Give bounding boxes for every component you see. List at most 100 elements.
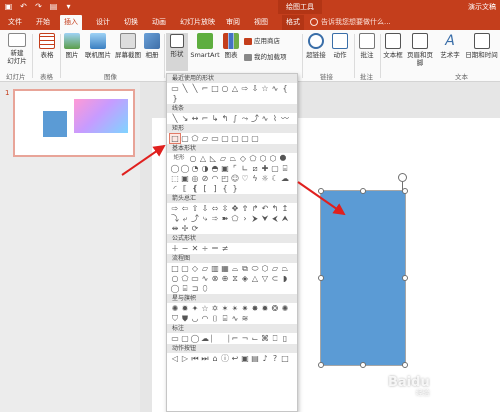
callout-line-icon[interactable]: ¬	[240, 334, 250, 343]
scribble-shape-icon[interactable]: 〰	[280, 114, 290, 123]
hyperlink-button[interactable]: 超链接	[305, 33, 327, 59]
circular-arrow-icon[interactable]: ⟳	[190, 224, 200, 233]
callout-left-right-arrow-icon[interactable]: ⇹	[170, 224, 180, 233]
cube-icon[interactable]: ⬚	[170, 174, 180, 183]
flowchart-connector-icon[interactable]: ○	[170, 274, 180, 283]
star8-icon[interactable]: ✴	[230, 304, 240, 313]
flowchart-offpage-icon[interactable]: ⬠	[180, 274, 190, 283]
callout-quad-arrow-icon[interactable]: ✢	[180, 224, 190, 233]
callout-left-arrow-icon[interactable]: ⮜	[270, 214, 280, 223]
snip-rectangle-icon[interactable]: ▱	[200, 134, 210, 143]
action-end-icon[interactable]: ⏭	[200, 354, 210, 363]
moon-icon[interactable]: ☾	[270, 174, 280, 183]
wave-icon[interactable]: ∿	[230, 314, 240, 323]
snip-rectangle-icon[interactable]: ▭	[210, 134, 220, 143]
line-shape-icon[interactable]: ╲	[170, 114, 180, 123]
save-icon[interactable]: ▣	[4, 2, 13, 12]
tab-animations[interactable]: 动画	[148, 15, 170, 30]
double-bracket-icon[interactable]: ⟦	[180, 184, 190, 193]
scroll-icon[interactable]: ⌷	[210, 314, 220, 323]
flowchart-delay-icon[interactable]: ◗	[280, 274, 290, 283]
pentagon-arrow-icon[interactable]: ⬠	[230, 214, 240, 223]
tab-design[interactable]: 设计	[92, 15, 114, 30]
folded-corner-icon[interactable]: ◰	[220, 174, 230, 183]
frame-icon[interactable]: ▣	[220, 164, 230, 173]
multiply-icon[interactable]: ✕	[190, 244, 200, 253]
tab-transitions[interactable]: 切换	[120, 15, 142, 30]
divide-icon[interactable]: ÷	[200, 244, 210, 253]
sun-icon[interactable]: ☼	[260, 174, 270, 183]
flowchart-stored-data-icon[interactable]: ⊂	[270, 274, 280, 283]
resize-handle-tl[interactable]	[318, 188, 324, 194]
no-symbol-icon[interactable]: ⊘	[200, 174, 210, 183]
callout-line-icon[interactable]: ⌙	[250, 334, 260, 343]
right-bracket-icon[interactable]: ]	[210, 184, 220, 193]
action-forward-icon[interactable]: ▷	[180, 354, 190, 363]
oval-shape-icon[interactable]: ○	[188, 154, 198, 163]
star6-icon[interactable]: ✡	[210, 304, 220, 313]
curve-connector-icon[interactable]: ∫	[230, 114, 240, 123]
action-return-icon[interactable]: ↩	[230, 354, 240, 363]
curved-right-arrow-icon[interactable]: ⤵	[170, 214, 180, 223]
rounded-rectangle-icon[interactable]: ▢	[180, 134, 190, 143]
not-equal-icon[interactable]: ≠	[220, 244, 230, 253]
double-wave-icon[interactable]: ≋	[240, 314, 250, 323]
brace-shape-icon[interactable]: {	[280, 84, 290, 93]
block-arc-icon[interactable]: ◠	[210, 174, 220, 183]
callout-rect-icon[interactable]: ▭	[170, 334, 180, 343]
diagonal-stripe-icon[interactable]: ⧄	[250, 164, 260, 173]
header-footer-button[interactable]: 页眉和页脚	[404, 33, 436, 67]
up-down-arrow-icon[interactable]: ⇳	[220, 204, 230, 213]
triangle-shape-icon[interactable]: △	[230, 84, 240, 93]
flowchart-preparation-icon[interactable]: ⬡	[260, 264, 270, 273]
plus-icon[interactable]: ＋	[170, 244, 180, 253]
flowchart-extract-icon[interactable]: △	[250, 274, 260, 283]
shapes-button[interactable]: 形状	[166, 33, 188, 71]
double-brace-icon[interactable]: ❴	[190, 184, 200, 193]
connector-shape-icon[interactable]: ⌐	[200, 84, 210, 93]
teardrop-icon[interactable]: ◓	[210, 164, 220, 173]
star24-icon[interactable]: ❂	[270, 304, 280, 313]
curved-up-arrow-icon[interactable]: ⤴	[190, 214, 200, 223]
tab-review[interactable]: 审阅	[222, 15, 244, 30]
diamond-icon[interactable]: ◇	[238, 154, 248, 163]
callout-round-rect-icon[interactable]: ▢	[180, 334, 190, 343]
album-button[interactable]: 相册	[142, 33, 162, 59]
minus-icon[interactable]: −	[180, 244, 190, 253]
arrow-shape-icon[interactable]: ⇩	[250, 84, 260, 93]
chevron-icon[interactable]: ›	[240, 214, 250, 223]
action-document-icon[interactable]: ▤	[250, 354, 260, 363]
smiley-icon[interactable]: ☺	[230, 174, 240, 183]
callout-up-arrow-icon[interactable]: ⮝	[280, 214, 290, 223]
flowchart-manual-op-icon[interactable]: ⏢	[280, 264, 290, 273]
callout-line-icon[interactable]: ⌐	[230, 334, 240, 343]
action-button[interactable]: 动作	[330, 33, 350, 59]
line-shape-icon[interactable]: ╲	[180, 84, 190, 93]
resize-handle-l[interactable]	[318, 275, 324, 281]
callout-line-icon[interactable]: ▯	[280, 334, 290, 343]
arrow-shape-icon[interactable]: ⇨	[240, 84, 250, 93]
decagon-icon[interactable]: ◯	[170, 164, 180, 173]
resize-handle-br[interactable]	[402, 362, 408, 368]
down-arrow-icon[interactable]: ⇩	[200, 204, 210, 213]
flowchart-predefined-icon[interactable]: ▥	[210, 264, 220, 273]
ribbon-icon[interactable]: ⛊	[180, 314, 190, 323]
comment-button[interactable]: 批注	[357, 33, 377, 59]
equal-icon[interactable]: ＝	[210, 244, 220, 253]
slideshow-icon[interactable]: ▤	[49, 2, 58, 12]
curve-double-arrow-icon[interactable]: ⤴	[250, 114, 260, 123]
l-shape-icon[interactable]: ∟	[240, 164, 250, 173]
elbow-connector-icon[interactable]: ⌐	[200, 114, 210, 123]
bent-arrow-icon[interactable]: ↱	[250, 204, 260, 213]
right-brace-icon[interactable]: }	[230, 184, 240, 193]
double-arrow-line-icon[interactable]: ↔	[190, 114, 200, 123]
parallelogram-icon[interactable]: ▱	[218, 154, 228, 163]
action-back-icon[interactable]: ◁	[170, 354, 180, 363]
store-button[interactable]: 应用商店	[244, 37, 280, 46]
textbox-button[interactable]: 文本框	[382, 33, 404, 59]
action-info-icon[interactable]: ⓘ	[220, 354, 230, 363]
resize-handle-bl[interactable]	[318, 362, 324, 368]
flowchart-manual-input-icon[interactable]: ⏥	[270, 264, 280, 273]
action-begin-icon[interactable]: ⏮	[190, 354, 200, 363]
curve-arrow-icon[interactable]: ⤳	[240, 114, 250, 123]
